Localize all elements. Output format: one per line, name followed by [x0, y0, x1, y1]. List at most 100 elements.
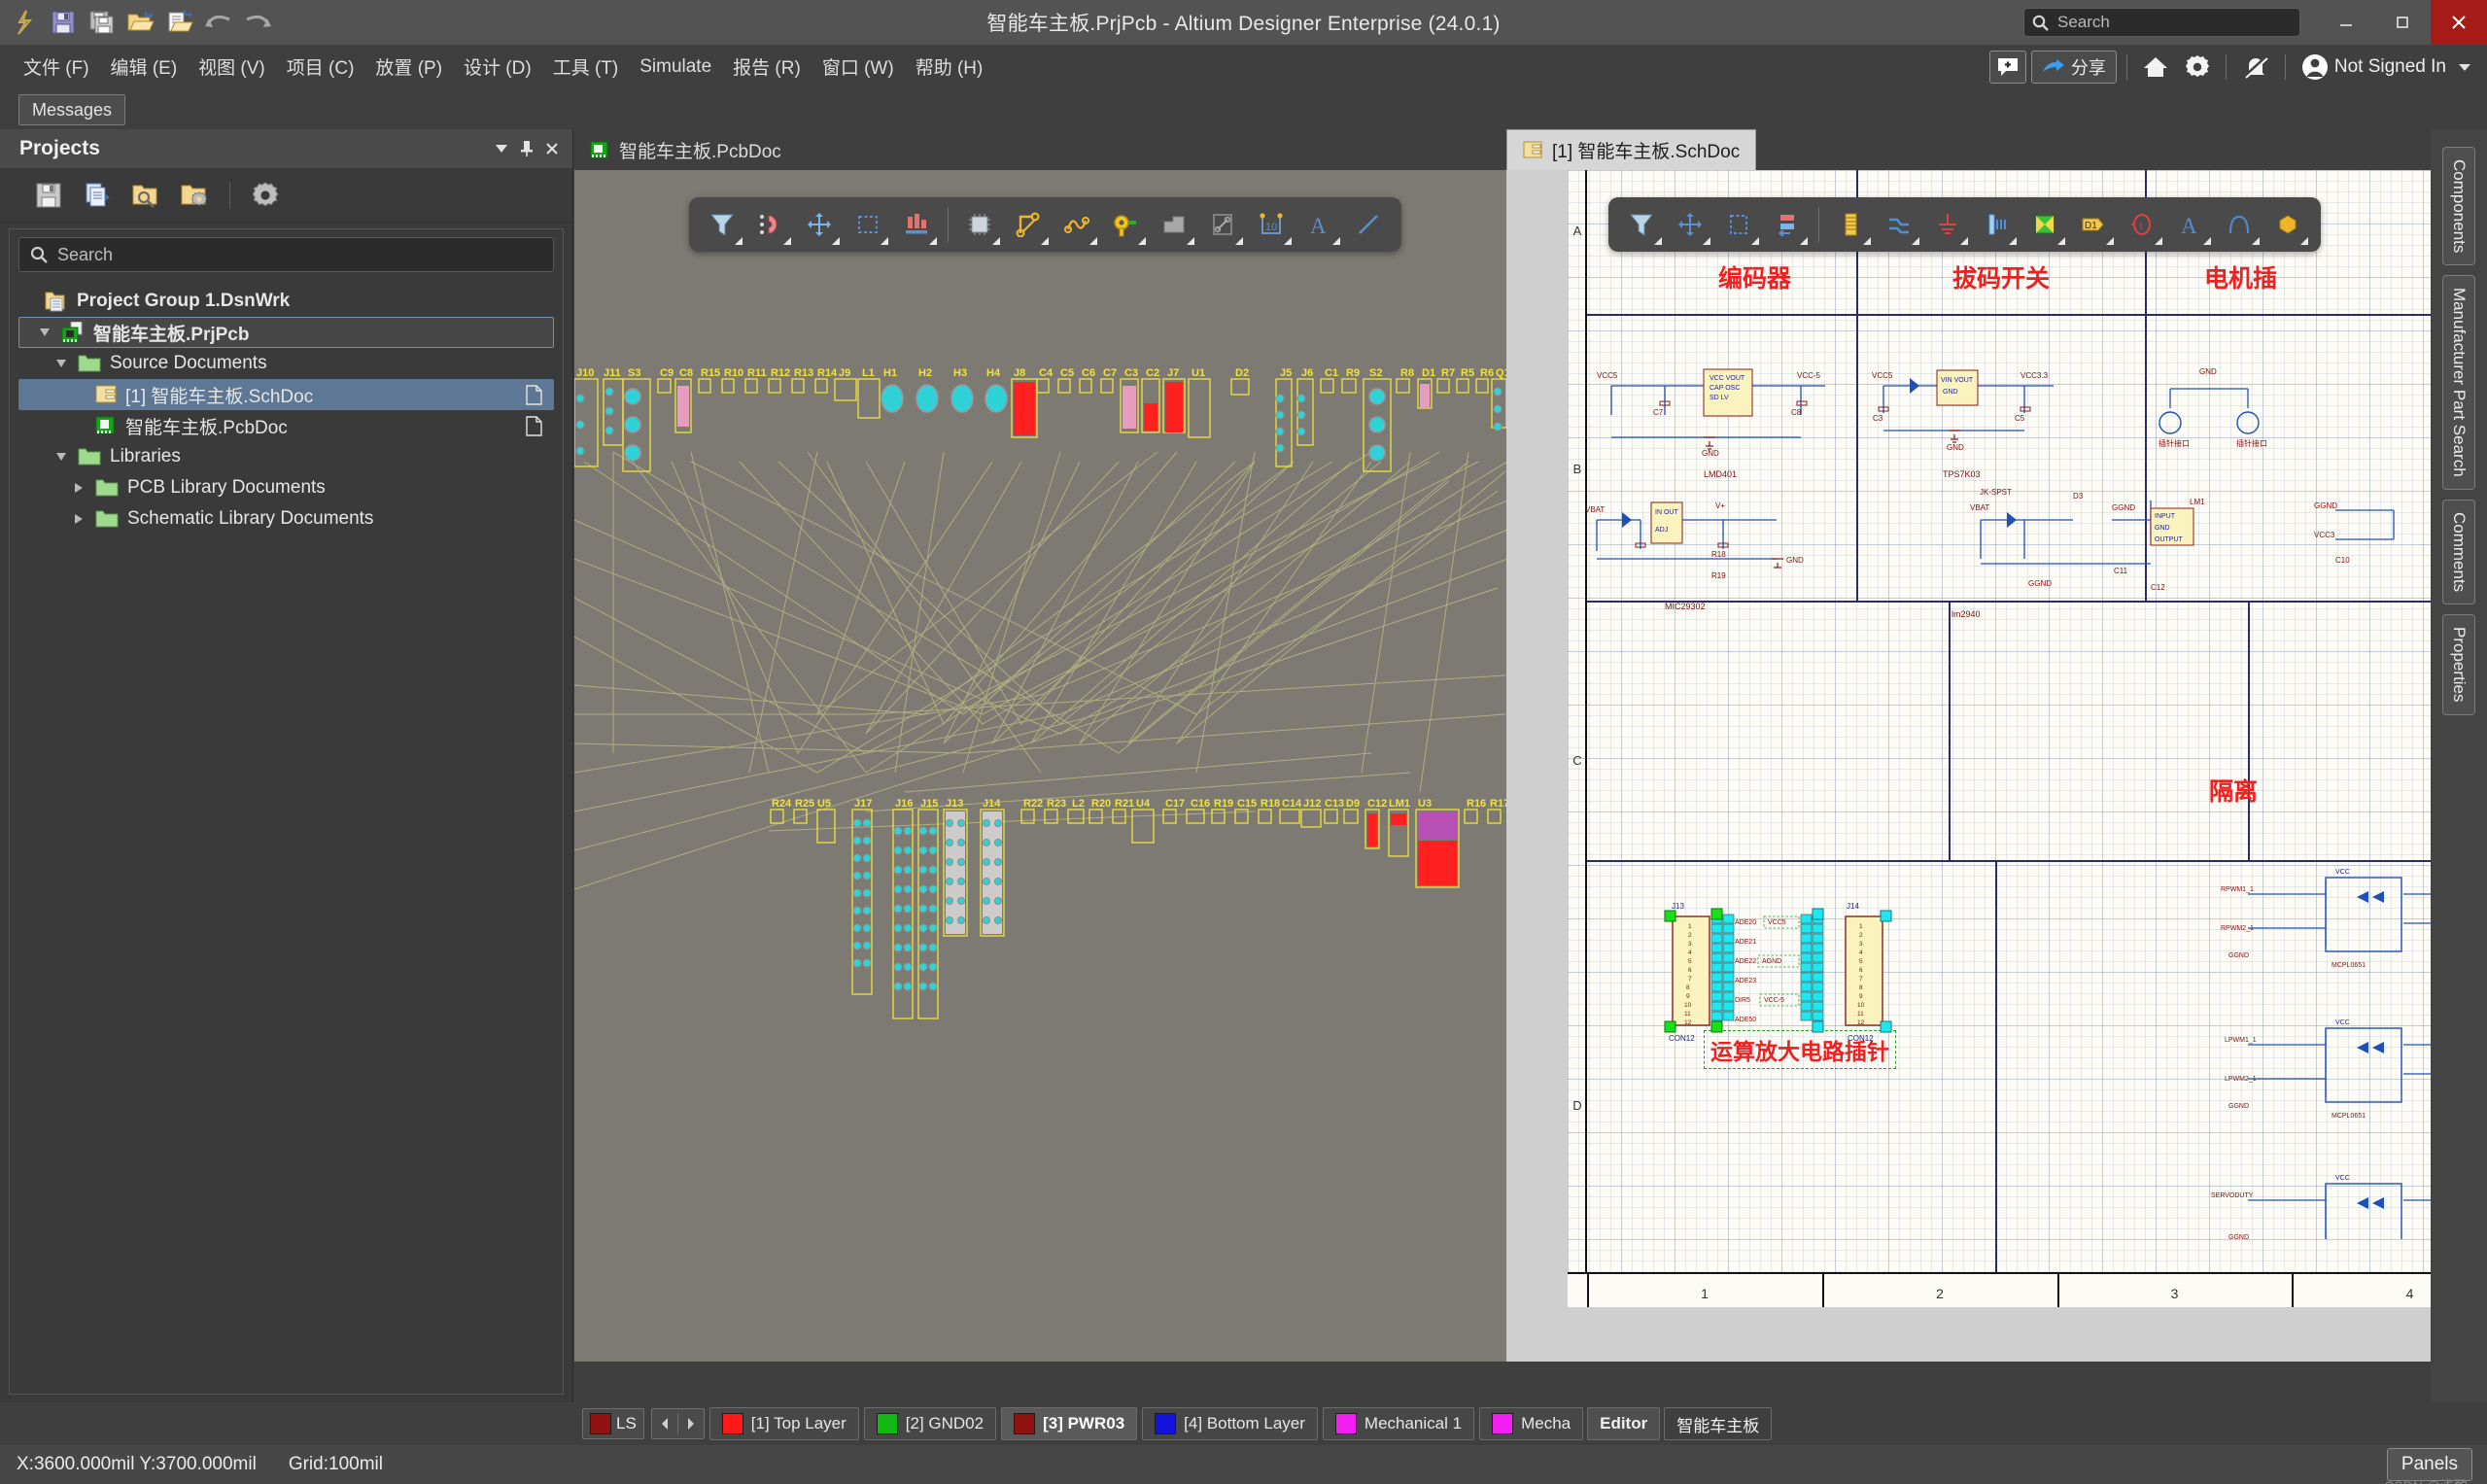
pcb-editor-canvas[interactable]: J10 J11 S3 C9 C8 R15 R10 R11 R12 R13 R14 J9 L1 H1…	[574, 170, 1506, 1362]
side-tab-manufacturer-part-search[interactable]: Manufacturer Part Search	[2442, 275, 2475, 491]
open-project-icon[interactable]	[122, 4, 159, 41]
place-dimension-icon[interactable]: 10	[1248, 201, 1295, 248]
chevron-left-icon[interactable]	[652, 1409, 677, 1438]
layer-tab-mechanical-2[interactable]: Mecha	[1479, 1407, 1584, 1440]
bottom-tab-editor[interactable]: Editor	[1587, 1407, 1661, 1440]
twisty-down[interactable]	[52, 360, 71, 367]
altium-logo-icon[interactable]	[6, 4, 43, 41]
project-options-icon[interactable]	[175, 176, 214, 215]
menu-tools[interactable]: 工具 (T)	[542, 49, 630, 85]
layer-tab-mechanical-1[interactable]: Mechanical 1	[1322, 1407, 1475, 1440]
open-document-icon[interactable]	[161, 4, 198, 41]
minimize-button[interactable]	[2318, 0, 2374, 45]
bottom-tab-project[interactable]: 智能车主板	[1664, 1407, 1773, 1440]
tree-item-schematic-library-documents[interactable]: Schematic Library Documents	[18, 503, 554, 535]
place-no-erc-icon[interactable]: i	[2119, 201, 2165, 248]
place-track-icon[interactable]	[1005, 201, 1052, 248]
undo-icon[interactable]	[200, 4, 237, 41]
place-wire-icon[interactable]	[1876, 201, 1922, 248]
place-text-icon[interactable]: A	[2167, 201, 2214, 248]
tree-item-pcb-library-documents[interactable]: PCB Library Documents	[18, 472, 554, 503]
menu-help[interactable]: 帮助 (H)	[905, 49, 994, 85]
messages-tab[interactable]: Messages	[18, 94, 126, 125]
menu-view[interactable]: 视图 (V)	[188, 49, 276, 85]
twisty-right[interactable]	[69, 514, 88, 524]
interactive-routing-icon[interactable]	[1054, 201, 1100, 248]
tree-item-schdoc[interactable]: [1] 智能车主板.SchDoc	[18, 379, 554, 410]
menu-project[interactable]: 项目 (C)	[276, 49, 365, 85]
place-arc-icon[interactable]	[1345, 201, 1392, 248]
redo-icon[interactable]	[239, 4, 276, 41]
document-tab-schdoc[interactable]: [1] 智能车主板.SchDoc	[1506, 129, 1757, 170]
share-button[interactable]: 分享	[2030, 50, 2117, 84]
menu-simulate[interactable]: Simulate	[629, 52, 722, 83]
layer-tab-bottom-layer[interactable]: [4] Bottom Layer	[1142, 1407, 1318, 1440]
layer-set-selector[interactable]: LS	[582, 1408, 644, 1439]
svg-text:U5: U5	[817, 798, 831, 810]
twisty-down[interactable]	[52, 453, 71, 461]
tree-item-source-documents[interactable]: Source Documents	[18, 348, 554, 379]
tree-item-project[interactable]: 智能车主板.PrjPcb	[18, 317, 554, 348]
menu-place[interactable]: 放置 (P)	[364, 49, 453, 85]
place-line-icon[interactable]	[1199, 201, 1246, 248]
account-button[interactable]: Not Signed In	[2296, 51, 2479, 84]
panel-settings-gear-icon[interactable]	[246, 176, 285, 215]
filter-icon[interactable]	[1618, 201, 1665, 248]
menu-file[interactable]: 文件 (F)	[13, 49, 100, 85]
place-via-icon[interactable]	[1102, 201, 1149, 248]
close-icon[interactable]	[539, 136, 565, 161]
snap-magnet-icon[interactable]	[747, 201, 794, 248]
place-component-icon[interactable]	[956, 201, 1003, 248]
side-tab-comments[interactable]: Comments	[2442, 500, 2475, 605]
home-icon[interactable]	[2137, 51, 2174, 84]
save-all-icon[interactable]	[84, 4, 121, 41]
select-area-icon[interactable]	[845, 201, 891, 248]
align-icon[interactable]	[1764, 201, 1811, 248]
gear-icon[interactable]	[2179, 51, 2216, 84]
menu-reports[interactable]: 报告 (R)	[722, 49, 812, 85]
place-string-icon[interactable]: A	[1296, 201, 1343, 248]
status-bar: X:3600.000mil Y:3700.000mil Grid:100mil …	[0, 1445, 2487, 1484]
twisty-right[interactable]	[69, 483, 88, 493]
place-part-icon[interactable]	[1827, 201, 1874, 248]
chevron-right-icon[interactable]	[678, 1409, 704, 1438]
projects-search-input[interactable]: Search	[18, 237, 554, 272]
maximize-button[interactable]	[2374, 0, 2431, 45]
place-gnd-icon[interactable]	[1924, 201, 1971, 248]
tree-item-project-group[interactable]: Project Group 1.DsnWrk	[18, 286, 554, 317]
place-net-label-icon[interactable]: D1	[2070, 201, 2117, 248]
place-sheet-symbol-icon[interactable]	[2021, 201, 2068, 248]
save-icon[interactable]	[29, 176, 68, 215]
document-tab-pcbdoc[interactable]: 智能车主板.PcbDoc	[574, 129, 797, 170]
pin-icon[interactable]	[514, 136, 539, 161]
twisty-down[interactable]	[35, 328, 54, 336]
menu-edit[interactable]: 编辑 (E)	[100, 49, 189, 85]
open-project-search-icon[interactable]	[126, 176, 165, 215]
filter-icon[interactable]	[699, 201, 745, 248]
schematic-editor-canvas[interactable]: A B C D 编码器 拔码开关 电机插 隔离 运算放大电路插针 VCC VOU…	[1506, 170, 2487, 1362]
tree-item-pcbdoc[interactable]: 智能车主板.PcbDoc	[18, 410, 554, 441]
comment-add-button[interactable]	[1988, 50, 2026, 84]
place-power-port-icon[interactable]	[1973, 201, 2020, 248]
global-search-input[interactable]: Search	[2023, 8, 2300, 37]
save-icon[interactable]	[45, 4, 82, 41]
place-polygon-icon[interactable]	[2264, 201, 2311, 248]
place-arc-icon[interactable]	[2216, 201, 2262, 248]
menu-window[interactable]: 窗口 (W)	[812, 49, 905, 85]
place-fill-icon[interactable]	[1151, 201, 1197, 248]
move-icon[interactable]	[796, 201, 843, 248]
close-button[interactable]	[2431, 0, 2487, 45]
menu-design[interactable]: 设计 (D)	[453, 49, 542, 85]
select-area-icon[interactable]	[1715, 201, 1762, 248]
side-tab-properties[interactable]: Properties	[2442, 614, 2475, 715]
compile-icon[interactable]	[78, 176, 117, 215]
layer-tab-pwr03[interactable]: [3] PWR03	[1001, 1407, 1138, 1440]
align-icon[interactable]	[893, 201, 940, 248]
side-tab-components[interactable]: Components	[2442, 147, 2475, 266]
layer-tab-gnd02[interactable]: [2] GND02	[863, 1407, 997, 1440]
chevron-down-icon[interactable]	[489, 136, 514, 161]
move-icon[interactable]	[1667, 201, 1713, 248]
tree-item-libraries[interactable]: Libraries	[18, 441, 554, 472]
notifications-off-icon[interactable]	[2236, 51, 2275, 84]
layer-tab-top-layer[interactable]: [1] Top Layer	[708, 1407, 859, 1440]
